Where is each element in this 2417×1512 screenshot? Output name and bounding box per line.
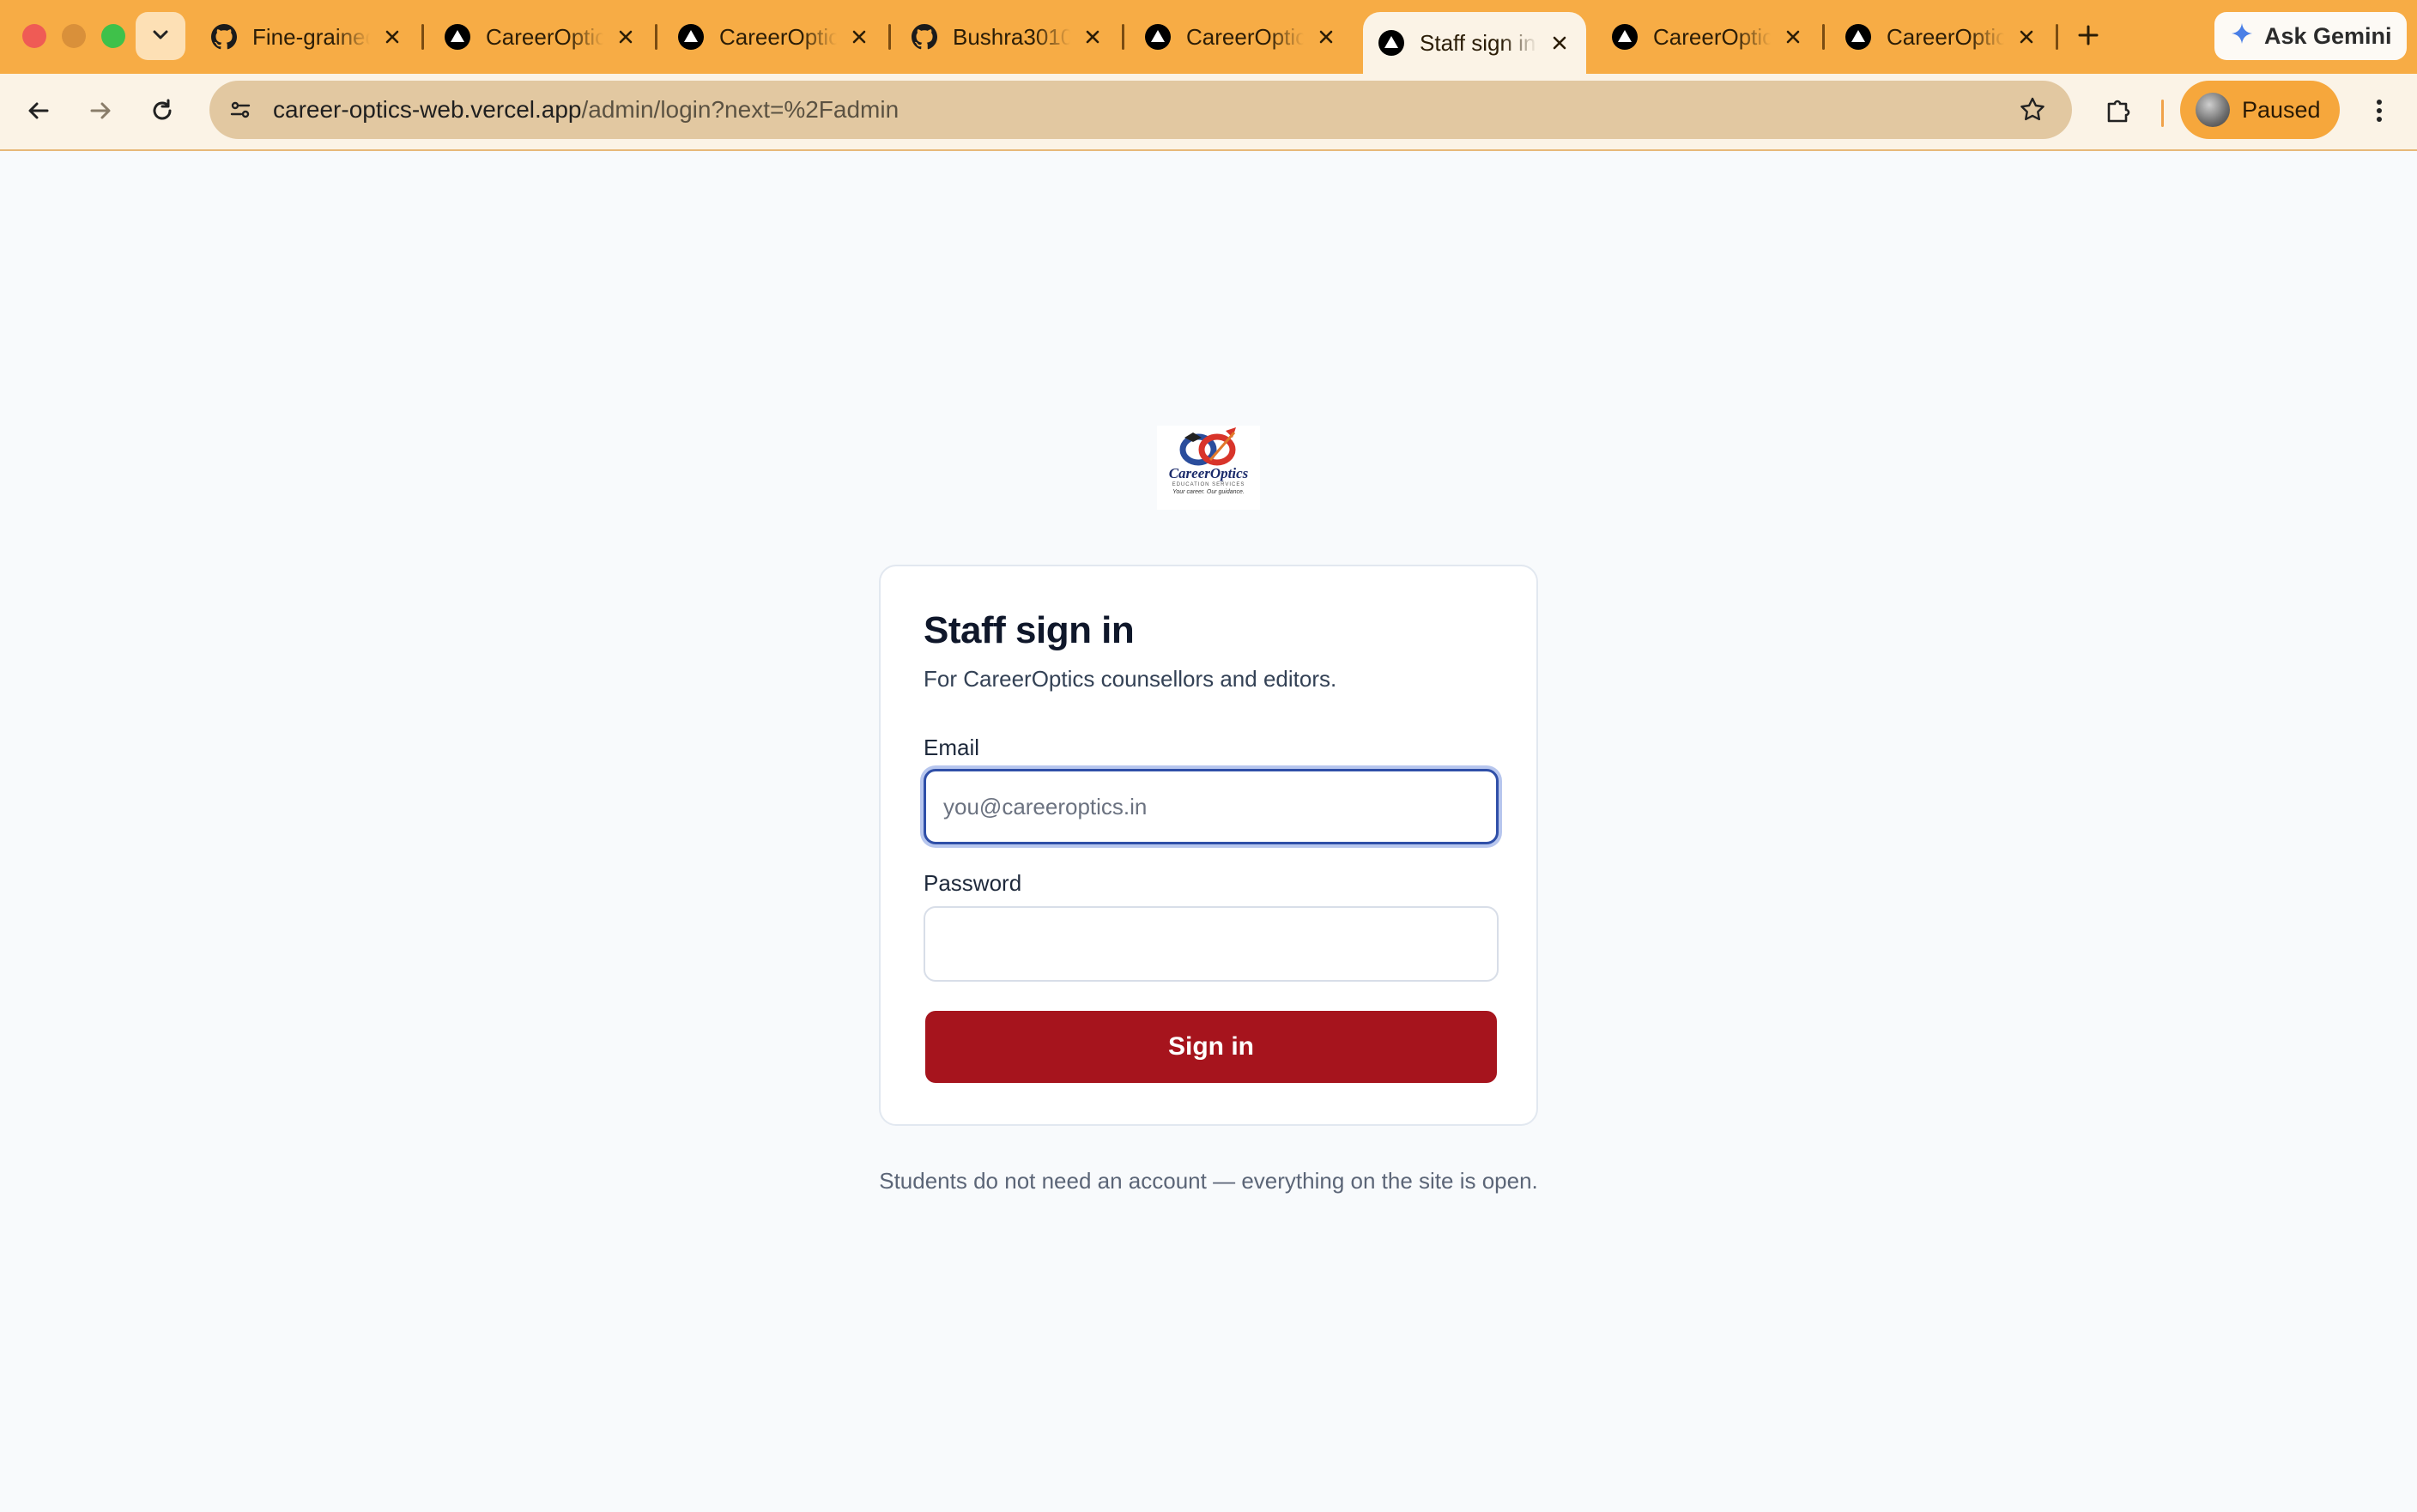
tab-5-active[interactable]: Staff sign in [1363,12,1586,74]
tab-6[interactable]: CareerOptics [1596,12,1820,62]
ask-gemini-label: Ask Gemini [2264,22,2392,49]
reload-button[interactable] [142,93,182,132]
puzzle-icon [2104,95,2133,129]
tab-separator [888,24,891,50]
tab-title: CareerOptics [719,23,837,50]
address-bar[interactable]: career-optics-web.vercel.app/admin/login… [209,81,2072,139]
tab-0[interactable]: Fine-grained personal access tokens [196,12,419,62]
maximize-window-button[interactable] [101,24,125,48]
tab-title: Staff sign in [1420,29,1536,56]
logo-brand-text: CareerOptics [1168,465,1249,481]
vercel-triangle-icon [1145,24,1171,50]
page-subtitle: For CareerOptics counsellors and editors… [924,666,1337,692]
close-icon[interactable] [382,25,403,49]
page-title: Staff sign in [924,609,1135,651]
tab-title: Fine-grained personal access tokens [252,23,370,50]
close-icon[interactable] [1783,25,1804,49]
email-field[interactable] [924,769,1499,844]
login-card: Staff sign in For CareerOptics counsello… [879,565,1538,1126]
vercel-triangle-icon [445,24,470,50]
vercel-triangle-icon [1378,30,1404,56]
arrow-left-icon [26,98,51,128]
close-icon[interactable] [615,25,637,49]
url-path: /admin/login?next=%2Fadmin [581,96,900,123]
browser-menu-button[interactable] [2362,93,2396,132]
vercel-triangle-icon [1845,24,1871,50]
tab-title: CareerOptics [1186,23,1304,50]
profile-button[interactable]: Paused [2180,81,2340,139]
password-label: Password [924,870,1022,896]
tab-title: CareerOptics [1887,23,2004,50]
sign-in-button[interactable]: Sign in [925,1011,1497,1083]
tab-1[interactable]: CareerOptics [429,12,652,62]
tab-strip: Fine-grained personal access tokens Care… [0,0,2417,74]
avatar [2196,93,2230,127]
tab-separator [655,24,657,50]
tab-separator [2056,24,2058,50]
profile-status-label: Paused [2242,96,2321,123]
gemini-sparkle-icon [2230,21,2254,51]
site-settings-icon[interactable] [220,89,261,130]
url-text: career-optics-web.vercel.app/admin/login… [273,96,899,124]
tab-separator [421,24,424,50]
logo-mark-icon [1179,427,1236,466]
minimize-window-button[interactable] [62,24,86,48]
students-note: Students do not need an account — everyt… [879,1168,1538,1194]
arrow-right-icon [88,98,113,128]
more-vertical-icon [2375,98,2384,128]
close-window-button[interactable] [22,24,46,48]
ask-gemini-button[interactable]: Ask Gemini [2214,12,2407,60]
password-field[interactable] [924,906,1499,982]
tab-title: CareerOptics [1653,23,1771,50]
tab-separator [1122,24,1124,50]
toolbar-separator [2161,100,2164,127]
plus-icon [2076,23,2100,51]
github-icon [912,24,937,50]
new-tab-button[interactable] [2070,19,2106,55]
email-label: Email [924,735,980,760]
vercel-triangle-icon [678,24,704,50]
vercel-triangle-icon [1612,24,1638,50]
extensions-button[interactable] [2098,91,2139,132]
tab-title: Bushra3010 [953,23,1070,50]
tab-3[interactable]: Bushra3010 [896,12,1119,62]
tab-search-button[interactable] [136,12,185,60]
github-icon [211,24,237,50]
tab-title: CareerOptics [486,23,603,50]
tab-2[interactable]: CareerOptics [663,12,886,62]
tab-separator [1822,24,1825,50]
forward-button[interactable] [81,93,120,132]
close-icon[interactable] [1082,25,1104,49]
back-button[interactable] [19,93,58,132]
bookmark-star-icon[interactable] [2015,93,2050,127]
close-icon[interactable] [849,25,870,49]
browser-toolbar: career-optics-web.vercel.app/admin/login… [0,74,2417,151]
close-icon[interactable] [1549,31,1571,55]
logo-tagline: Your career. Our guidance. [1172,489,1245,495]
close-icon[interactable] [2016,25,2038,49]
careeroptics-logo: CareerOptics EDUCATION SERVICES Your car… [1157,426,1260,510]
url-host: career-optics-web.vercel.app [273,96,582,123]
chevron-down-icon [150,24,171,49]
tab-4[interactable]: CareerOptics [1130,12,1353,62]
reload-icon [149,98,175,128]
close-icon[interactable] [1316,25,1337,49]
tab-7[interactable]: CareerOptics [1830,12,2053,62]
logo-sub-text: EDUCATION SERVICES [1172,482,1245,487]
